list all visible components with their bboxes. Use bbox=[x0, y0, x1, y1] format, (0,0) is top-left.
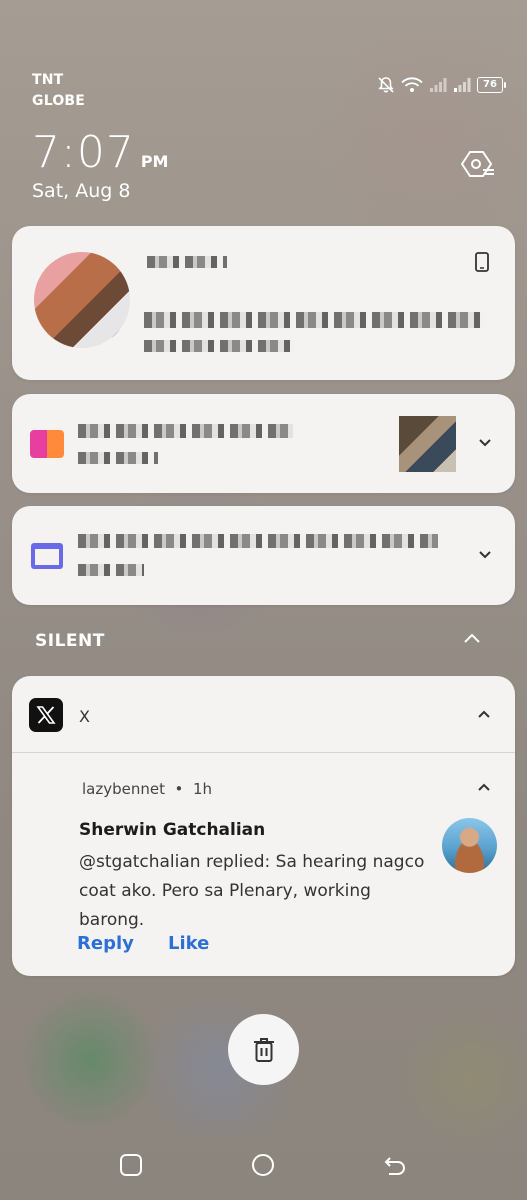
collapse-group-chevron-icon[interactable] bbox=[477, 707, 491, 721]
x-notification-card[interactable]: X lazybennet • 1h Sherwin Gatchalian @st… bbox=[12, 676, 515, 976]
x-app-icon bbox=[29, 698, 63, 732]
title-redacted bbox=[78, 424, 293, 438]
carrier-name-2: GLOBE bbox=[32, 93, 86, 109]
notification-meta: lazybennet • 1h bbox=[82, 780, 212, 798]
home-icon bbox=[252, 1154, 274, 1176]
expand-chevron-icon[interactable] bbox=[478, 548, 492, 562]
like-button[interactable]: Like bbox=[168, 933, 209, 954]
notification-card-1[interactable] bbox=[12, 226, 515, 380]
back-icon bbox=[384, 1157, 405, 1175]
bell-off-icon bbox=[378, 77, 394, 93]
contact-avatar bbox=[34, 252, 130, 348]
sender-avatar bbox=[442, 818, 497, 873]
notification-message: @stgatchalian replied: Sa hearing nagco … bbox=[79, 852, 425, 930]
phone-icon bbox=[475, 252, 489, 272]
navigation-bar bbox=[0, 1150, 527, 1180]
app-name: X bbox=[79, 707, 90, 726]
wifi-icon bbox=[401, 77, 423, 92]
system-icons: 76 bbox=[377, 76, 506, 94]
app-icon bbox=[30, 430, 64, 458]
username: lazybennet bbox=[82, 780, 165, 798]
signal-icon bbox=[454, 78, 471, 92]
body-redacted bbox=[78, 564, 144, 576]
divider bbox=[12, 752, 515, 753]
clear-all-button[interactable] bbox=[228, 1014, 299, 1085]
title-redacted bbox=[78, 534, 438, 548]
sender-name-redacted bbox=[147, 256, 227, 268]
clock-time: 7:07 bbox=[32, 127, 135, 178]
carrier-info: TNT GLOBE bbox=[32, 70, 85, 112]
clock-date: Sat, Aug 8 bbox=[32, 180, 131, 202]
clock-ampm: PM bbox=[140, 152, 169, 171]
separator-dot: • bbox=[169, 780, 189, 798]
message-redacted-1 bbox=[144, 312, 484, 328]
expand-chevron-icon[interactable] bbox=[478, 436, 492, 450]
recents-button[interactable] bbox=[118, 1152, 144, 1178]
reply-button[interactable]: Reply bbox=[77, 933, 134, 954]
recents-icon bbox=[120, 1154, 142, 1176]
notification-card-2[interactable] bbox=[12, 394, 515, 493]
body-redacted bbox=[78, 452, 158, 464]
status-bar: TNT GLOBE 76 bbox=[32, 70, 506, 112]
back-button[interactable] bbox=[382, 1152, 408, 1178]
silent-section-label: SILENT bbox=[35, 631, 105, 651]
thumbnail-image bbox=[399, 416, 456, 472]
trash-icon bbox=[253, 1037, 274, 1062]
sender-name: Sherwin Gatchalian bbox=[79, 820, 266, 840]
notification-card-3[interactable] bbox=[12, 506, 515, 605]
carrier-name-1: TNT bbox=[32, 72, 64, 88]
app-icon bbox=[31, 543, 63, 569]
settings-edit-icon[interactable] bbox=[461, 148, 495, 180]
lockscreen-clock: 7:07 PM bbox=[32, 128, 168, 178]
battery-indicator: 76 bbox=[477, 77, 506, 93]
collapse-item-chevron-icon[interactable] bbox=[477, 780, 491, 794]
message-redacted-2 bbox=[144, 340, 294, 352]
signal-icon bbox=[430, 78, 447, 92]
timestamp: 1h bbox=[192, 780, 212, 798]
collapse-chevron-icon[interactable] bbox=[463, 632, 481, 646]
x-logo-icon bbox=[36, 706, 56, 724]
home-button[interactable] bbox=[250, 1152, 276, 1178]
